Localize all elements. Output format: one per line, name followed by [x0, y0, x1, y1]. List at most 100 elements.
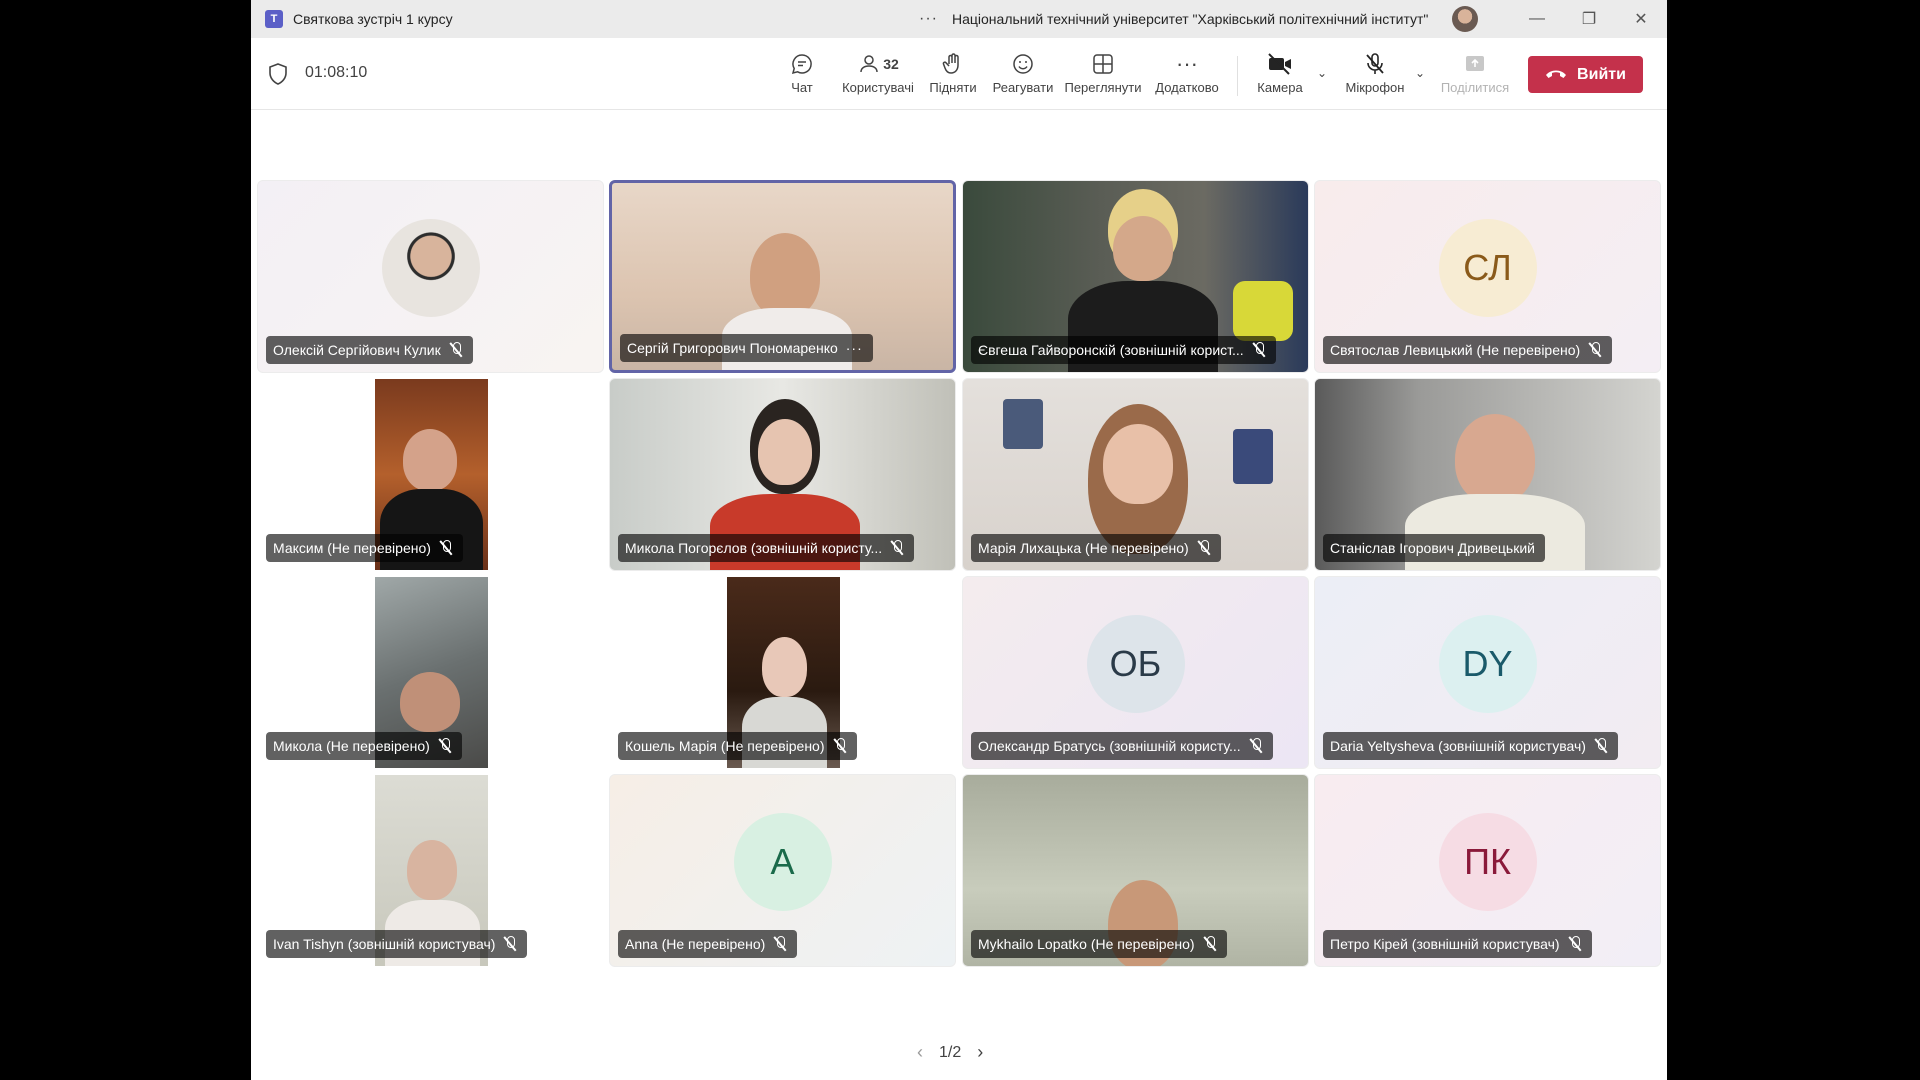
more-button[interactable]: ··· Додатково [1144, 50, 1230, 95]
people-icon: 32 [857, 50, 899, 78]
restore-button[interactable]: ❐ [1563, 0, 1615, 38]
phone-hangup-icon [1545, 66, 1567, 84]
close-button[interactable]: ✕ [1615, 0, 1667, 38]
mic-off-icon [1249, 738, 1263, 754]
avatar-initials: A [733, 812, 832, 911]
teams-window: T Святкова зустріч 1 курсу ··· Національ… [251, 0, 1667, 1080]
participant-name-tag: Святослав Левицький (Не перевірено) [1323, 336, 1613, 364]
view-button[interactable]: Переглянути [1060, 50, 1146, 95]
participant-name: Петро Кірей (зовнішній користувач) [1330, 936, 1560, 952]
mic-off-icon [1252, 342, 1266, 358]
mic-off-icon [439, 540, 453, 556]
mic-off-icon [1588, 342, 1602, 358]
participant-name: Ivan Tishyn (зовнішній користувач) [273, 936, 496, 952]
smile-icon [1011, 50, 1035, 78]
participant-tile[interactable]: Євгеша Гайворонскій (зовнішній корист... [962, 180, 1309, 373]
leave-button[interactable]: Вийти [1528, 56, 1643, 93]
participant-tile[interactable]: Кошель Марія (Не перевірено) [609, 576, 956, 769]
participant-tile[interactable]: ОБ Олександр Братусь (зовнішній користу.… [962, 576, 1309, 769]
video-feed-face [1455, 414, 1535, 504]
previous-page-icon[interactable]: ‹ [917, 1042, 923, 1063]
video-feed-face [399, 672, 460, 732]
avatar-initials: DY [1438, 614, 1537, 713]
mic-off-icon [833, 738, 847, 754]
mic-off-icon [773, 936, 787, 952]
participant-name: Марія Лихацька (Не перевірено) [978, 540, 1189, 556]
participant-name: Daria Yeltysheva (зовнішній користувач) [1330, 738, 1586, 754]
window-controls: — ❐ ✕ [1511, 0, 1667, 38]
video-feed-face [1113, 216, 1173, 281]
more-options-icon[interactable]: ··· [846, 340, 863, 356]
camera-button[interactable]: Камера [1237, 50, 1323, 95]
participant-tile[interactable]: Микола Погорєлов (зовнішній користу... [609, 378, 956, 571]
more-label: Додатково [1155, 80, 1219, 95]
meeting-title: Святкова зустріч 1 курсу [293, 11, 453, 27]
mic-label: Мікрофон [1345, 80, 1405, 95]
people-button[interactable]: 32 Користувачі [835, 50, 921, 95]
participant-name-tag: Anna (Не перевірено) [618, 930, 798, 958]
mic-options-chevron-icon[interactable]: ⌄ [1415, 66, 1425, 80]
share-button[interactable]: Поділитися [1432, 50, 1518, 95]
profile-avatar[interactable] [1452, 6, 1479, 32]
avatar-initials: СЛ [1438, 218, 1537, 317]
participant-name: Євгеша Гайворонскій (зовнішній корист... [978, 342, 1244, 358]
leave-label: Вийти [1577, 65, 1626, 83]
participant-name-tag: Олексій Сергійович Кулик [266, 336, 473, 364]
participant-tile[interactable]: Станіслав Ігорович Дривецький [1314, 378, 1661, 571]
react-button[interactable]: Реагувати [980, 50, 1066, 95]
participant-name: Микола Погорєлов (зовнішній користу... [625, 540, 883, 556]
participant-name-tag: Сергій Григорович Пономаренко ··· [620, 334, 873, 362]
video-feed-poster [1233, 429, 1273, 484]
mic-off-icon [1197, 540, 1211, 556]
share-label: Поділитися [1440, 80, 1510, 95]
more-options-icon[interactable]: ··· [919, 10, 938, 28]
participant-name: Сергій Григорович Пономаренко [627, 340, 838, 356]
title-center: ··· Національний технічний університет "… [919, 6, 1479, 32]
participant-tile-active[interactable]: Сергій Григорович Пономаренко ··· [609, 180, 956, 373]
mic-off-icon [503, 936, 517, 952]
participant-tile[interactable]: СЛ Святослав Левицький (Не перевірено) [1314, 180, 1661, 373]
participant-tile[interactable]: Максим (Не перевірено) [257, 378, 604, 571]
participant-name: Кошель Марія (Не перевірено) [625, 738, 825, 754]
shield-icon[interactable] [269, 63, 287, 85]
chat-button[interactable]: Чат [759, 50, 845, 95]
avatar [381, 218, 480, 317]
next-page-icon[interactable]: › [977, 1042, 983, 1063]
grid-view-icon [1091, 50, 1115, 78]
title-bar: T Святкова зустріч 1 курсу ··· Національ… [251, 0, 1667, 38]
gallery-pager: ‹ 1/2 › [917, 1042, 983, 1063]
share-icon [1463, 50, 1487, 78]
meeting-timer: 01:08:10 [305, 64, 368, 81]
microphone-button[interactable]: Мікрофон [1332, 50, 1418, 95]
participant-tile[interactable]: A Anna (Не перевірено) [609, 774, 956, 967]
video-feed-face [1103, 424, 1173, 504]
participant-tile[interactable]: Mykhailo Lopatko (Не перевірено) [962, 774, 1309, 967]
participant-tile[interactable]: Микола (Не перевірено) [257, 576, 604, 769]
participant-tile[interactable]: Олексій Сергійович Кулик [257, 180, 604, 373]
participant-name-tag: Mykhailo Lopatko (Не перевірено) [971, 930, 1227, 958]
participant-name-tag: Ivan Tishyn (зовнішній користувач) [266, 930, 528, 958]
camera-off-icon [1266, 50, 1294, 78]
chat-label: Чат [791, 80, 813, 95]
participant-name-tag: Петро Кірей (зовнішній користувач) [1323, 930, 1592, 958]
video-feed [750, 233, 820, 318]
participant-tile[interactable]: ПК Петро Кірей (зовнішній користувач) [1314, 774, 1661, 967]
participant-tile[interactable]: Марія Лихацька (Не перевірено) [962, 378, 1309, 571]
participant-name-tag: Микола (Не перевірено) [266, 732, 462, 760]
meeting-toolbar: 01:08:10 Чат 32 Користувачі Підняти Реаг… [251, 38, 1667, 110]
participant-name-tag: Daria Yeltysheva (зовнішній користувач) [1323, 732, 1618, 760]
video-feed-object [1233, 281, 1293, 341]
avatar-initials: ПК [1438, 812, 1537, 911]
participant-tile[interactable]: DY Daria Yeltysheva (зовнішній користува… [1314, 576, 1661, 769]
people-label: Користувачі [842, 80, 914, 95]
react-label: Реагувати [992, 80, 1054, 95]
participant-name: Святослав Левицький (Не перевірено) [1330, 342, 1581, 358]
mic-off-icon [1594, 738, 1608, 754]
participant-name-tag: Кошель Марія (Не перевірено) [618, 732, 857, 760]
camera-options-chevron-icon[interactable]: ⌄ [1317, 66, 1327, 80]
video-feed-face [406, 840, 457, 900]
minimize-button[interactable]: — [1511, 0, 1563, 38]
participant-tile[interactable]: Ivan Tishyn (зовнішній користувач) [257, 774, 604, 967]
video-feed-face [402, 429, 457, 491]
chat-icon [790, 50, 814, 78]
